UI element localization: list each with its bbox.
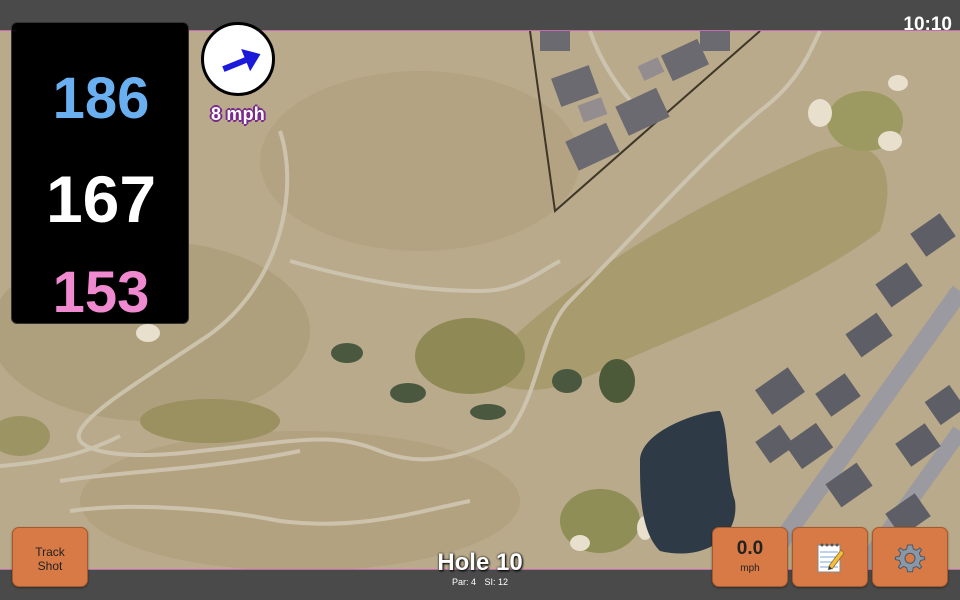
wind-speed-button[interactable]: 0.0 mph	[712, 527, 788, 587]
wind-speed-label: 8 mph	[210, 104, 265, 124]
track-shot-label-line1: Track	[35, 545, 65, 559]
notes-button[interactable]	[792, 527, 868, 587]
distance-panel: 186 167 153	[11, 22, 189, 325]
wind-direction-dial[interactable]	[201, 22, 275, 96]
hole-par: Par: 4	[451, 577, 476, 587]
wind-direction-arrow-icon	[222, 49, 261, 72]
distance-middle: 167	[45, 162, 157, 236]
hole-title: Hole 10	[437, 549, 523, 576]
hole-meta: Par: 4 SI: 12	[380, 577, 580, 587]
hole-stroke-index: SI: 12	[484, 577, 509, 587]
notepad-icon	[817, 543, 845, 573]
gear-icon	[894, 544, 926, 573]
wind-speed-value: 0.0	[736, 538, 764, 559]
track-shot-label-line2: Shot	[37, 559, 63, 573]
distance-front: 153	[52, 260, 150, 325]
track-shot-button[interactable]: Track Shot	[12, 527, 88, 587]
wind-speed-unit: mph	[740, 563, 760, 574]
settings-button[interactable]	[872, 527, 948, 587]
distance-back: 186	[52, 66, 150, 131]
